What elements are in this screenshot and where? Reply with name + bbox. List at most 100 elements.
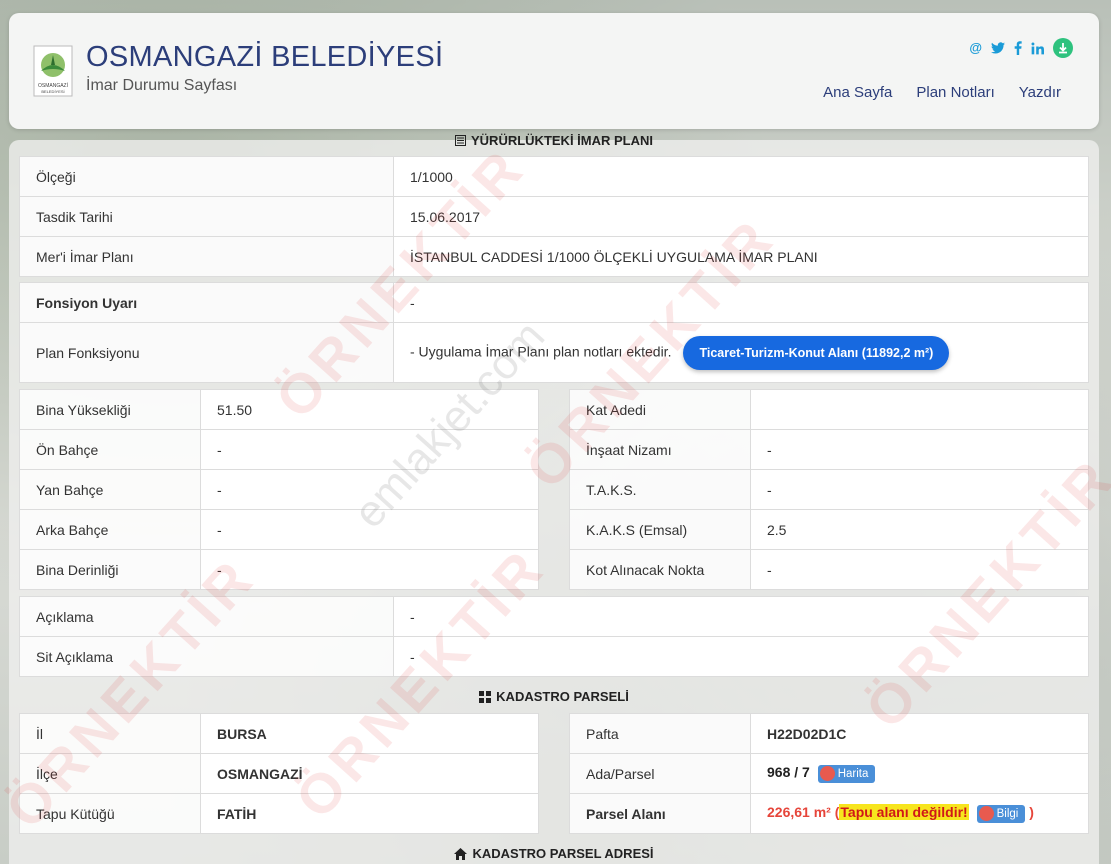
sit-description-value: - xyxy=(393,636,1089,677)
map-button-label: Harita xyxy=(837,767,869,780)
land-registry-label: Tapu Kütüğü xyxy=(19,793,201,834)
front-yard-value: - xyxy=(200,429,539,470)
table-row: Kot Alınacak Nokta - xyxy=(569,549,1089,590)
table-row: İl BURSA xyxy=(19,713,539,754)
section-kadastro-label: KADASTRO PARSELİ xyxy=(496,689,629,704)
kaks-label: K.A.K.S (Emsal) xyxy=(569,509,751,550)
district-label: İlçe xyxy=(19,753,201,794)
table-row: K.A.K.S (Emsal) 2.5 xyxy=(569,509,1089,550)
table-row: Tapu Kütüğü FATİH xyxy=(19,793,539,834)
function-warning-value: - xyxy=(393,282,1089,323)
elevation-point-value: - xyxy=(750,549,1089,590)
table-row: Sit Açıklama - xyxy=(19,636,1089,677)
province-value: BURSA xyxy=(200,713,539,754)
section-imar-title: YÜRÜRLÜKTEKİ İMAR PLANI xyxy=(9,133,1099,148)
section-adres-label: KADASTRO PARSEL ADRESİ xyxy=(472,846,654,861)
download-icon[interactable] xyxy=(1053,38,1073,58)
side-yard-value: - xyxy=(200,469,539,510)
construction-order-value: - xyxy=(750,429,1089,470)
building-depth-value: - xyxy=(200,549,539,590)
grid-icon xyxy=(479,690,492,703)
sit-description-label: Sit Açıklama xyxy=(19,636,394,677)
approval-date-value: 15.06.2017 xyxy=(393,196,1089,237)
svg-text:BELEDİYESİ: BELEDİYESİ xyxy=(41,89,64,94)
taks-label: T.A.K.S. xyxy=(569,469,751,510)
globe-icon xyxy=(978,806,994,822)
section-adres-title: KADASTRO PARSEL ADRESİ xyxy=(9,846,1099,861)
table-row: Bina Derinliği - xyxy=(19,549,539,590)
notes-table: Açıklama - Sit Açıklama - xyxy=(19,596,1089,677)
nav-plan-notes[interactable]: Plan Notları xyxy=(916,84,994,101)
current-plan-value: İSTANBUL CADDESİ 1/1000 ÖLÇEKLİ UYGULAMA… xyxy=(393,236,1089,277)
function-warning-label: Fonsiyon Uyarı xyxy=(19,282,394,323)
plan-function-label: Plan Fonksiyonu xyxy=(19,322,394,383)
linkedin-icon[interactable] xyxy=(1031,42,1044,55)
nav-home[interactable]: Ana Sayfa xyxy=(823,84,892,101)
front-yard-label: Ön Bahçe xyxy=(19,429,201,470)
globe-icon xyxy=(819,766,835,782)
plan-function-value: - Uygulama İmar Planı plan notları ekted… xyxy=(410,343,672,360)
section-imar-label: YÜRÜRLÜKTEKİ İMAR PLANI xyxy=(471,133,653,148)
plan-function-button[interactable]: Ticaret-Turizm-Konut Alanı (11892,2 m²) xyxy=(683,335,950,370)
parcel-area-warning: Tapu alanı değildir! xyxy=(839,804,969,821)
list-icon xyxy=(455,135,466,146)
table-row: Yan Bahçe - xyxy=(19,469,539,510)
block-parcel-value: 968 / 7 xyxy=(767,764,810,781)
building-params-right: Kat Adedi İnşaat Nizamı - T.A.K.S. - K.A.K… xyxy=(569,389,1089,590)
svg-text:OSMANGAZİ: OSMANGAZİ xyxy=(38,82,68,89)
building-params-left: Bina Yüksekliği 51.50 Ön Bahçe - Yan Bahçe… xyxy=(19,389,539,590)
site-header: OSMANGAZİ BELEDİYESİ OSMANGAZİ BELEDİYES… xyxy=(9,13,1099,129)
table-row: Kat Adedi xyxy=(569,389,1089,430)
description-value: - xyxy=(393,596,1089,637)
block-parcel-label: Ada/Parsel xyxy=(569,753,751,794)
kadastro-left-table: İl BURSA İlçe OSMANGAZİ Tapu Kütüğü FATİH xyxy=(19,713,539,834)
table-row: T.A.K.S. - xyxy=(569,469,1089,510)
municipality-logo: OSMANGAZİ BELEDİYESİ xyxy=(33,45,73,97)
table-row: Plan Fonksiyonu - Uygulama İmar Planı pl… xyxy=(19,322,1089,383)
table-row: Bina Yüksekliği 51.50 xyxy=(19,389,539,430)
home-icon xyxy=(454,847,468,860)
function-table: Fonsiyon Uyarı - Plan Fonksiyonu - Uygul… xyxy=(19,282,1089,383)
info-button-label: Bilgi xyxy=(996,807,1019,820)
plan-info-table: Ölçeği 1/1000 Tasdik Tarihi 15.06.2017 M… xyxy=(19,156,1089,277)
approval-date-label: Tasdik Tarihi xyxy=(19,196,394,237)
site-subtitle: İmar Durumu Sayfası xyxy=(86,77,238,94)
side-yard-label: Yan Bahçe xyxy=(19,469,201,510)
back-yard-value: - xyxy=(200,509,539,550)
parcel-area-cell: 226,61 m² (Tapu alanı değildir! Bilgi ) xyxy=(750,793,1089,834)
table-row: İlçe OSMANGAZİ xyxy=(19,753,539,794)
facebook-icon[interactable] xyxy=(1014,41,1022,55)
main-panel: YÜRÜRLÜKTEKİ İMAR PLANI Ölçeği 1/1000 Ta… xyxy=(9,133,1099,864)
current-plan-label: Mer'i İmar Planı xyxy=(19,236,394,277)
twitter-icon[interactable] xyxy=(991,42,1005,54)
info-button[interactable]: Bilgi xyxy=(976,804,1026,823)
nav-print[interactable]: Yazdır xyxy=(1019,84,1061,101)
table-row: İnşaat Nizamı - xyxy=(569,429,1089,470)
kaks-value: 2.5 xyxy=(750,509,1089,550)
table-row: Açıklama - xyxy=(19,596,1089,637)
floor-count-label: Kat Adedi xyxy=(569,389,751,430)
province-label: İl xyxy=(19,713,201,754)
building-depth-label: Bina Derinliği xyxy=(19,549,201,590)
email-icon[interactable]: @ xyxy=(969,40,982,56)
table-row: Parsel Alanı 226,61 m² (Tapu alanı değil… xyxy=(569,793,1089,834)
map-sheet-value: H22D02D1C xyxy=(750,713,1089,754)
back-yard-label: Arka Bahçe xyxy=(19,509,201,550)
site-title[interactable]: OSMANGAZİ BELEDİYESİ xyxy=(86,41,443,74)
map-sheet-label: Pafta xyxy=(569,713,751,754)
table-row: Pafta H22D02D1C xyxy=(569,713,1089,754)
elevation-point-label: Kot Alınacak Nokta xyxy=(569,549,751,590)
plan-scale-label: Ölçeği xyxy=(19,156,394,197)
table-row: Arka Bahçe - xyxy=(19,509,539,550)
floor-count-value xyxy=(750,389,1089,430)
table-row: Tasdik Tarihi 15.06.2017 xyxy=(19,196,1089,237)
kadastro-right-table: Pafta H22D02D1C Ada/Parsel 968 / 7 Harita… xyxy=(569,713,1089,834)
table-row: Mer'i İmar Planı İSTANBUL CADDESİ 1/1000… xyxy=(19,236,1089,277)
main-nav: Ana Sayfa Plan Notları Yazdır xyxy=(823,84,1061,101)
table-row: Ada/Parsel 968 / 7 Harita xyxy=(569,753,1089,794)
section-kadastro-title: KADASTRO PARSELİ xyxy=(9,689,1099,704)
taks-value: - xyxy=(750,469,1089,510)
map-button[interactable]: Harita xyxy=(817,764,876,783)
plan-scale-value: 1/1000 xyxy=(393,156,1089,197)
construction-order-label: İnşaat Nizamı xyxy=(569,429,751,470)
